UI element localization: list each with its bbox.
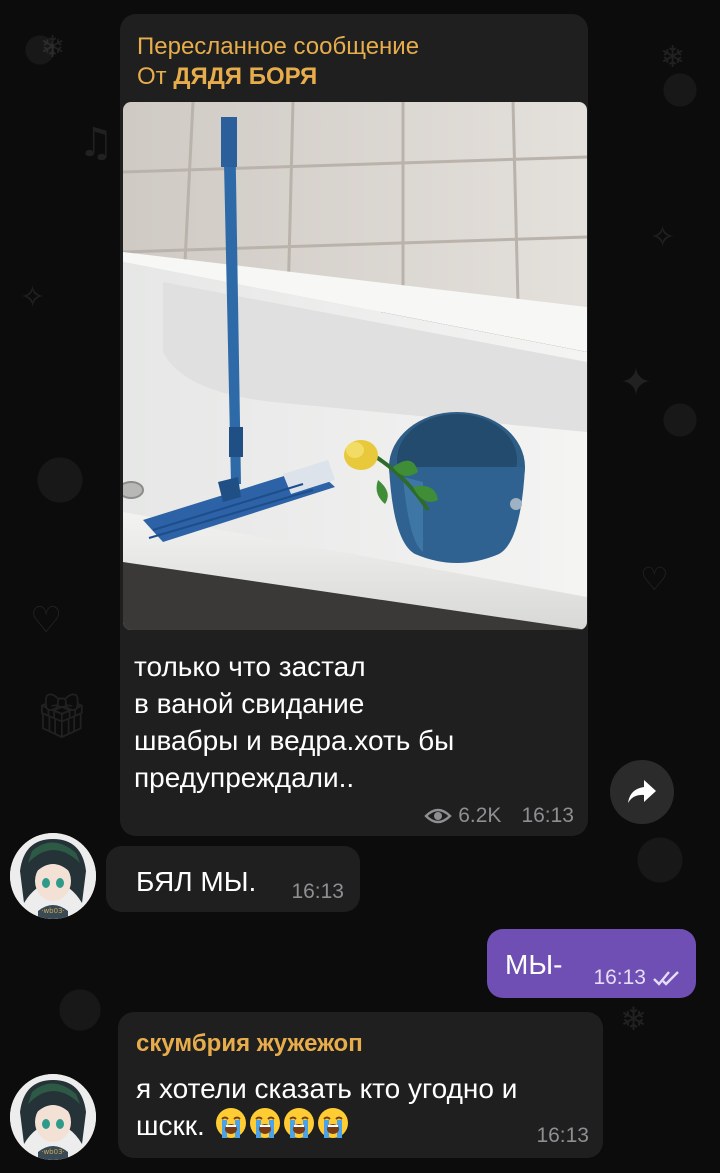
- loudly-crying-face-icon: [249, 1108, 280, 1138]
- avatar[interactable]: ·wb03·: [10, 1074, 96, 1160]
- text-line: шскк.: [136, 1110, 205, 1141]
- svg-text:·wb03·: ·wb03·: [41, 1148, 65, 1156]
- star-doodle-icon: ✧: [650, 220, 676, 255]
- emoji-row: [215, 1107, 349, 1139]
- text-line: я хотели сказать кто угодно и: [136, 1073, 518, 1104]
- forwarded-from[interactable]: От ДЯДЯ БОРЯ: [137, 62, 419, 92]
- incoming-message-bubble[interactable]: скумбрия жужежоп я хотели сказать кто уг…: [118, 1012, 603, 1158]
- double-check-icon: [653, 971, 679, 986]
- star-doodle-icon: ✦: [620, 360, 652, 404]
- star-doodle-icon: ✧: [20, 280, 46, 315]
- text-line: предупреждали..: [134, 762, 355, 793]
- gift-doodle-icon: 🎁︎: [34, 691, 90, 742]
- heart-doodle-icon: ♡: [640, 560, 669, 598]
- message-meta: 16:13: [536, 1124, 589, 1148]
- message-text: я хотели сказать кто угодно и шскк.: [136, 1070, 586, 1144]
- message-time: 16:13: [291, 880, 344, 903]
- photo-mop-bucket-bathtub: [123, 102, 587, 630]
- message-time: 16:13: [536, 1124, 589, 1147]
- snowflake-doodle-icon: ❄: [40, 30, 66, 65]
- message-meta: 6.2K 16:13: [424, 804, 574, 828]
- message-photo[interactable]: [123, 102, 587, 630]
- message-time: 16:13: [521, 804, 574, 827]
- forwarded-message-bubble[interactable]: Пересланное сообщение От ДЯДЯ БОРЯ тольк…: [120, 14, 588, 836]
- loudly-crying-face-icon: [317, 1108, 348, 1138]
- message-meta: 16:13: [593, 966, 682, 990]
- note-doodle-icon: ♫: [78, 120, 114, 166]
- text-line: в ваной свидание: [134, 688, 365, 719]
- incoming-message-bubble[interactable]: БЯЛ МЫ. 16:13: [106, 846, 360, 912]
- text-line: только что застал: [134, 651, 366, 682]
- sender-name[interactable]: скумбрия жужежоп: [136, 1030, 363, 1058]
- views-count: 6.2K: [458, 804, 502, 827]
- text-line-with-emoji: шскк.: [136, 1107, 586, 1144]
- loudly-crying-face-icon: [283, 1108, 314, 1138]
- text-line: швабры и ведра.хоть бы: [134, 725, 455, 756]
- message-text: МЫ-: [505, 949, 563, 980]
- forwarded-label: Пересланное сообщение: [137, 33, 420, 60]
- forward-header: Пересланное сообщение От ДЯДЯ БОРЯ: [137, 32, 419, 92]
- svg-text:·wb03·: ·wb03·: [41, 907, 65, 915]
- avatar[interactable]: ·wb03·: [10, 833, 96, 919]
- message-time: 16:13: [593, 966, 646, 989]
- loudly-crying-face-icon: [215, 1108, 246, 1138]
- heart-doodle-icon: ♡: [30, 600, 63, 641]
- message-text: БЯЛ МЫ.: [136, 866, 257, 897]
- forwarded-from-prefix: От: [137, 63, 167, 90]
- snowflake-doodle-icon: ❄: [660, 40, 686, 75]
- eye-icon: [424, 808, 452, 824]
- message-meta: 16:13: [291, 880, 344, 904]
- forwarded-message-text: только что застал в ваной свидание швабр…: [134, 648, 564, 796]
- avatar-anime-character-image: ·wb03·: [10, 833, 96, 919]
- forwarded-from-name[interactable]: ДЯДЯ БОРЯ: [173, 63, 317, 90]
- outgoing-message-bubble[interactable]: МЫ- 16:13: [487, 929, 696, 998]
- snowflake-doodle-icon: ❄: [620, 1000, 647, 1038]
- share-button[interactable]: [610, 760, 674, 824]
- avatar-anime-character-image: ·wb03·: [10, 1074, 96, 1160]
- share-arrow-icon: [628, 780, 656, 803]
